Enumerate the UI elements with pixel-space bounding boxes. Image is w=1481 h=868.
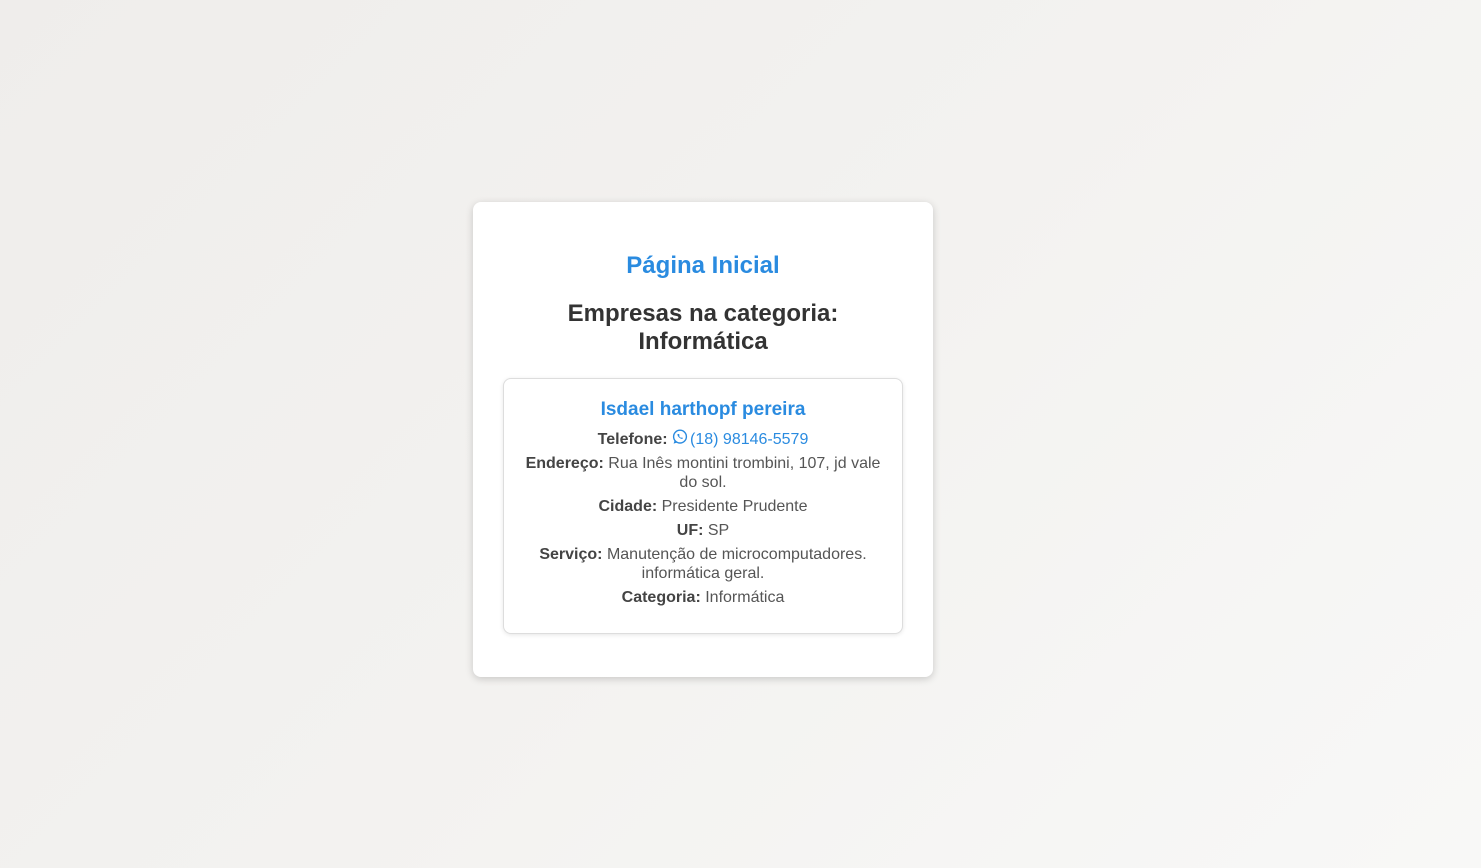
- city-row: Cidade: Presidente Prudente: [522, 497, 884, 516]
- company-name: Isdael harthopf pereira: [600, 399, 806, 420]
- whatsapp-icon: [672, 429, 688, 445]
- service-label: Serviço:: [539, 546, 603, 563]
- address-value: Rua Inês montini trombini, 107, jd vale …: [608, 455, 881, 491]
- page-title: Empresas na categoria: Informática: [567, 300, 839, 355]
- phone-label: Telefone:: [597, 431, 668, 448]
- category-value: Informática: [705, 589, 785, 606]
- company-card: Isdael harthopf pereira Telefone: (18) 9…: [503, 378, 903, 634]
- address-label: Endereço:: [525, 455, 604, 472]
- home-link[interactable]: Página Inicial: [626, 252, 779, 280]
- phone-row: Telefone: (18) 98146-5579: [522, 429, 884, 449]
- category-row: Categoria: Informática: [522, 588, 884, 607]
- uf-label: UF:: [676, 522, 704, 539]
- city-label: Cidade:: [598, 498, 658, 515]
- service-row: Serviço: Manutenção de microcomputadores…: [522, 545, 884, 583]
- phone-number: (18) 98146-5579: [690, 431, 809, 448]
- phone-link[interactable]: (18) 98146-5579: [672, 429, 809, 448]
- uf-value: SP: [707, 522, 730, 539]
- category-label: Categoria:: [621, 589, 701, 606]
- service-value: Manutenção de microcomputadores. informá…: [606, 546, 867, 582]
- uf-row: UF: SP: [522, 521, 884, 540]
- city-value: Presidente Prudente: [661, 498, 808, 515]
- address-row: Endereço: Rua Inês montini trombini, 107…: [522, 454, 884, 492]
- main-card: Página Inicial Empresas na categoria: In…: [473, 202, 933, 677]
